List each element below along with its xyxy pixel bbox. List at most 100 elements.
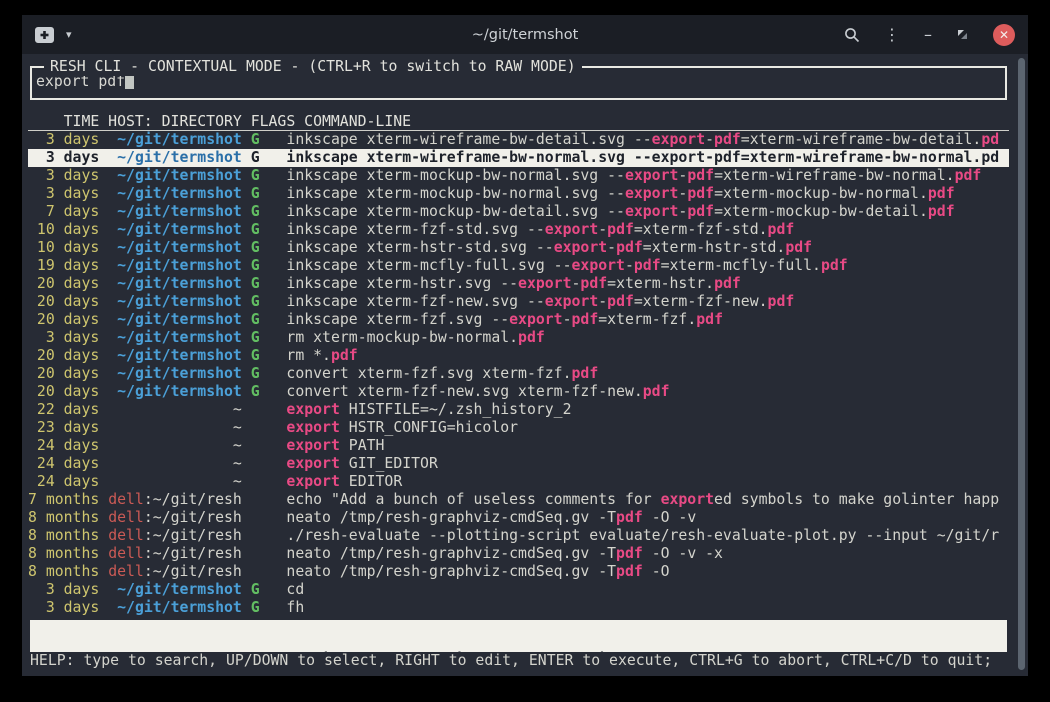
scrollbar[interactable] — [1018, 58, 1025, 670]
history-row[interactable]: 3 days ~/git/termshot G rm xterm-mockup-… — [28, 329, 1009, 347]
row-host: dell — [108, 509, 144, 526]
titlebar: ▾ ~/git/termshot ⋮ – — [22, 15, 1028, 54]
help-bar: HELP: type to search, UP/DOWN to select,… — [30, 652, 1030, 670]
history-row[interactable]: 3 days ~/git/termshot G inkscape xterm-m… — [28, 167, 1009, 185]
row-flags: G — [251, 329, 260, 346]
row-directory: ~/git/termshot — [117, 221, 242, 238]
row-time: 24 days — [28, 473, 99, 490]
history-row[interactable]: 8 months dell:~/git/resh neato /tmp/resh… — [28, 545, 1009, 563]
minimize-icon: – — [924, 30, 932, 40]
row-flags — [251, 527, 260, 544]
row-directory: :~/git/resh — [144, 545, 242, 562]
history-row[interactable]: 24 days ~ export GIT_EDITOR — [28, 455, 1009, 473]
row-flags: G — [251, 275, 260, 292]
row-flags: G — [251, 185, 260, 202]
row-host: dell — [108, 563, 144, 580]
close-button[interactable]: ✕ — [993, 24, 1015, 46]
history-row[interactable]: 24 days ~ export PATH — [28, 437, 1009, 455]
row-time: 3 days — [28, 581, 99, 598]
restore-button[interactable] — [956, 28, 969, 41]
terminal-window: ▾ ~/git/termshot ⋮ – — [22, 15, 1028, 676]
row-host: dell — [108, 527, 144, 544]
history-row[interactable]: 20 days ~/git/termshot G convert xterm-f… — [28, 383, 1009, 401]
row-time: 3 days — [28, 599, 99, 616]
selected-command-statusbar: 2020-05-07 17:17:28 tower:~/git/termshot… — [30, 620, 1007, 652]
history-row[interactable]: 3 days ~/git/termshot G cd — [28, 581, 1009, 599]
search-button[interactable] — [844, 27, 860, 43]
row-flags: G — [251, 347, 260, 364]
new-tab-plus-icon — [35, 27, 54, 43]
history-row[interactable]: 20 days ~/git/termshot G rm *.pdf — [28, 347, 1009, 365]
panel-legend: RESH CLI - CONTEXTUAL MODE - (CTRL+R to … — [44, 58, 582, 76]
row-command: inkscape xterm-hstr.svg --export-pdf=xte… — [286, 275, 740, 292]
history-row[interactable]: 20 days ~/git/termshot G inkscape xterm-… — [28, 275, 1009, 293]
row-flags: G — [251, 293, 260, 310]
history-row[interactable]: 3 days ~/git/termshot G inkscape xterm-w… — [28, 149, 1009, 167]
row-time: 24 days — [28, 455, 99, 472]
restore-icon — [956, 28, 969, 41]
row-command: convert xterm-fzf.svg xterm-fzf.pdf — [286, 365, 598, 382]
row-directory: ~/git/termshot — [117, 347, 242, 364]
history-row[interactable]: 7 days ~/git/termshot G inkscape xterm-m… — [28, 203, 1009, 221]
row-command: export PATH — [286, 437, 384, 454]
row-flags: G — [251, 221, 260, 238]
history-row[interactable]: 20 days ~/git/termshot G inkscape xterm-… — [28, 293, 1009, 311]
history-row[interactable]: 3 days ~/git/termshot G fh — [28, 599, 1009, 617]
tab-menu-button[interactable]: ▾ — [66, 28, 72, 41]
history-row[interactable]: 7 months dell:~/git/resh echo "Add a bun… — [28, 491, 1009, 509]
row-host: dell — [108, 491, 144, 508]
row-flags — [251, 491, 260, 508]
row-flags — [251, 563, 260, 580]
history-row[interactable]: 3 days ~/git/termshot G inkscape xterm-m… — [28, 185, 1009, 203]
window-title: ~/git/termshot — [472, 27, 579, 43]
minimize-button[interactable]: – — [924, 30, 932, 40]
row-flags: G — [251, 149, 260, 166]
row-command: ./resh-evaluate --plotting-script evalua… — [286, 527, 999, 544]
row-command: inkscape xterm-mockup-bw-detail.svg --ex… — [286, 203, 954, 220]
history-row[interactable]: 23 days ~ export HSTR_CONFIG=hicolor — [28, 419, 1009, 437]
row-directory: ~ — [233, 401, 242, 418]
row-command: inkscape xterm-mockup-bw-normal.svg --ex… — [286, 167, 981, 184]
row-command: export GIT_EDITOR — [286, 455, 437, 472]
terminal-content: RESH CLI - CONTEXTUAL MODE - (CTRL+R to … — [22, 54, 1028, 676]
history-row[interactable]: 10 days ~/git/termshot G inkscape xterm-… — [28, 239, 1009, 257]
history-row[interactable]: 8 months dell:~/git/resh neato /tmp/resh… — [28, 509, 1009, 527]
history-row[interactable]: 22 days ~ export HISTFILE=~/.zsh_history… — [28, 401, 1009, 419]
row-flags — [251, 401, 260, 418]
row-directory: ~/git/termshot — [117, 167, 242, 184]
row-flags: G — [251, 131, 260, 148]
history-row[interactable]: 10 days ~/git/termshot G inkscape xterm-… — [28, 221, 1009, 239]
row-command: inkscape xterm-wireframe-bw-normal.svg -… — [286, 149, 999, 166]
row-command: inkscape xterm-hstr-std.svg --export-pdf… — [286, 239, 812, 256]
row-directory: :~/git/resh — [144, 509, 242, 526]
row-flags: G — [251, 239, 260, 256]
history-row[interactable]: 3 days ~/git/termshot G inkscape xterm-w… — [28, 131, 1009, 149]
row-time: 3 days — [28, 329, 99, 346]
row-flags: G — [251, 365, 260, 382]
row-flags: G — [251, 599, 260, 616]
row-command: inkscape xterm-wireframe-bw-detail.svg -… — [286, 131, 999, 148]
row-time: 20 days — [28, 311, 99, 328]
row-time: 3 days — [28, 167, 99, 184]
row-command: cd — [286, 581, 304, 598]
history-row[interactable]: 20 days ~/git/termshot G inkscape xterm-… — [28, 311, 1009, 329]
history-row[interactable]: 20 days ~/git/termshot G convert xterm-f… — [28, 365, 1009, 383]
row-time: 20 days — [28, 365, 99, 382]
row-time: 7 months — [28, 491, 99, 508]
row-directory: ~/git/termshot — [117, 599, 242, 616]
row-command: export HSTR_CONFIG=hicolor — [286, 419, 518, 436]
row-host: dell — [108, 545, 144, 562]
row-time: 8 months — [28, 509, 99, 526]
history-row[interactable]: 8 months dell:~/git/resh neato /tmp/resh… — [28, 563, 1009, 581]
row-flags — [251, 437, 260, 454]
history-row[interactable]: 19 days ~/git/termshot G inkscape xterm-… — [28, 257, 1009, 275]
new-tab-button[interactable] — [35, 27, 54, 43]
history-row[interactable]: 8 months dell:~/git/resh ./resh-evaluate… — [28, 527, 1009, 545]
row-time: 7 days — [28, 203, 99, 220]
history-row[interactable]: 24 days ~ export EDITOR — [28, 473, 1009, 491]
row-command: inkscape xterm-fzf.svg --export-pdf=xter… — [286, 311, 723, 328]
row-directory: ~/git/termshot — [117, 275, 242, 292]
menu-button[interactable]: ⋮ — [884, 25, 900, 44]
row-time: 8 months — [28, 545, 99, 562]
row-time: 23 days — [28, 419, 99, 436]
